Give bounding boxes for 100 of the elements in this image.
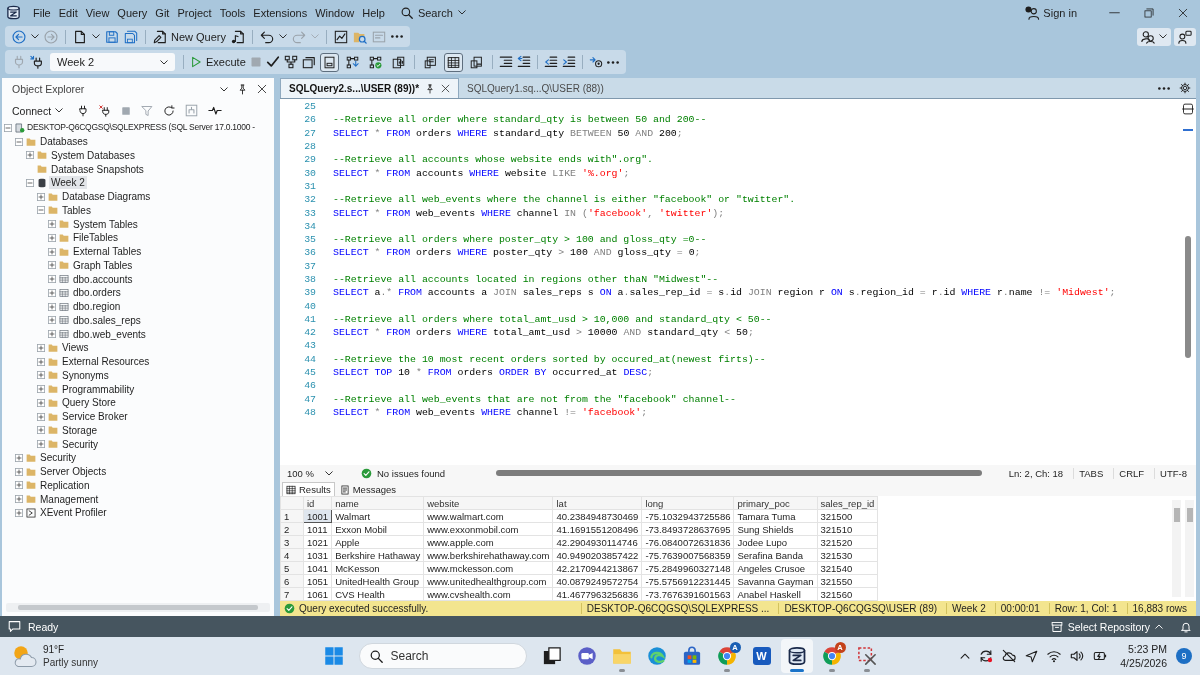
- minus-box-icon[interactable]: [26, 178, 34, 187]
- column-header[interactable]: id: [303, 496, 332, 510]
- menu-item[interactable]: View: [81, 4, 114, 21]
- column-header[interactable]: lat: [553, 496, 642, 510]
- tree-item[interactable]: dbo.orders: [71, 286, 123, 300]
- vertical-scrollbar[interactable]: [1185, 500, 1194, 597]
- weather-condition[interactable]: Partly sunny: [43, 656, 99, 669]
- horizontal-scrollbar[interactable]: [496, 470, 983, 476]
- chevron-down-icon[interactable]: [92, 34, 100, 39]
- menu-item[interactable]: Window: [311, 4, 359, 21]
- tree-item[interactable]: Databases: [38, 135, 90, 149]
- tree-item[interactable]: Management: [38, 492, 101, 506]
- database-logo-icon[interactable]: [6, 4, 21, 21]
- minus-box-icon[interactable]: [4, 123, 12, 132]
- taskbar-app[interactable]: W: [745, 639, 778, 673]
- minus-box-icon[interactable]: [15, 137, 23, 146]
- menu-item[interactable]: File: [29, 4, 55, 21]
- pin-icon[interactable]: [425, 83, 436, 94]
- tree-item[interactable]: DESKTOP-Q6CQGSQ\SQLEXPRESS (SQL Server 17.0.1000 -: [27, 121, 255, 135]
- tree-item[interactable]: Week 2: [49, 176, 87, 190]
- chevron-down-icon[interactable]: [220, 86, 228, 92]
- tree-item[interactable]: Synonyms: [60, 368, 111, 382]
- arrow-ring-icon[interactable]: [588, 55, 603, 69]
- plus-box-icon[interactable]: [15, 467, 23, 476]
- stacked-windows-icon[interactable]: [301, 55, 316, 69]
- document-icon[interactable]: [73, 29, 87, 44]
- close-icon[interactable]: [1178, 7, 1188, 18]
- plus-box-icon[interactable]: [48, 220, 56, 229]
- window-chart-icon[interactable]: [334, 29, 349, 44]
- bell-icon[interactable]: [1180, 620, 1192, 633]
- plus-box-icon[interactable]: [37, 398, 45, 407]
- plus-box-icon[interactable]: [15, 508, 23, 517]
- tree-item[interactable]: Graph Tables: [71, 258, 135, 272]
- column-header[interactable]: primary_poc: [733, 496, 817, 510]
- tree-item[interactable]: Database Snapshots: [49, 162, 146, 176]
- tree-item[interactable]: Database Diagrams: [60, 190, 153, 204]
- undo-icon[interactable]: [260, 29, 275, 44]
- plus-box-icon[interactable]: [37, 371, 45, 380]
- tree-item[interactable]: Storage: [60, 423, 100, 437]
- tree-item[interactable]: XEvent Profiler: [38, 506, 109, 520]
- vertical-scrollbar[interactable]: [1172, 500, 1181, 597]
- tree-item[interactable]: Query Store: [60, 396, 118, 410]
- tree-item[interactable]: System Databases: [49, 148, 137, 162]
- plus-box-icon[interactable]: [37, 343, 45, 352]
- plus-box-icon[interactable]: [48, 330, 56, 339]
- chevron-down-icon[interactable]: [31, 34, 39, 39]
- column-header[interactable]: sales_rep_id: [817, 496, 878, 510]
- gear-icon[interactable]: [1179, 82, 1191, 94]
- plus-box-icon[interactable]: [48, 275, 56, 284]
- plug-arrow-icon[interactable]: [30, 55, 44, 69]
- tree-item[interactable]: dbo.sales_reps: [71, 313, 143, 327]
- plus-box-icon[interactable]: [15, 453, 23, 462]
- indent-icon[interactable]: [561, 55, 576, 69]
- tree-item[interactable]: dbo.region: [71, 300, 123, 314]
- menu-item[interactable]: Tools: [215, 4, 250, 21]
- text-lines-icon[interactable]: [498, 55, 513, 69]
- menu-item[interactable]: Edit: [54, 4, 82, 21]
- plus-box-icon[interactable]: [37, 357, 45, 366]
- tree-item[interactable]: Security: [38, 451, 79, 465]
- tree-item[interactable]: FileTables: [71, 231, 121, 245]
- plus-box-icon[interactable]: [48, 316, 56, 325]
- plus-box-icon[interactable]: [48, 247, 56, 256]
- more-icon[interactable]: [606, 60, 619, 64]
- menu-item[interactable]: Query: [113, 4, 152, 21]
- location-arrow-icon[interactable]: [1025, 649, 1039, 663]
- split-window-icon[interactable]: [1182, 103, 1194, 115]
- editor-tab[interactable]: SQLQuery1.sq...Q\USER (88)): [459, 78, 612, 98]
- taskbar-app[interactable]: [780, 639, 813, 673]
- cloud-slash-icon[interactable]: [1002, 649, 1017, 663]
- minimize-icon[interactable]: [1109, 11, 1120, 14]
- save-icon[interactable]: [105, 29, 119, 44]
- plus-box-icon[interactable]: [48, 261, 56, 270]
- more-icon[interactable]: [391, 35, 404, 38]
- clock-date[interactable]: 4/25/2026: [1120, 656, 1167, 670]
- tree-item[interactable]: External Tables: [71, 245, 144, 259]
- tree-item[interactable]: System Tables: [71, 217, 140, 231]
- notification-badge[interactable]: 9: [1176, 648, 1192, 664]
- plus-box-icon[interactable]: [37, 440, 45, 449]
- wifi-icon[interactable]: [1047, 649, 1062, 663]
- tree-item[interactable]: dbo.web_events: [71, 327, 148, 341]
- plug-icon[interactable]: [77, 104, 90, 117]
- plus-box-icon[interactable]: [37, 426, 45, 435]
- new-query-button[interactable]: New Query: [153, 29, 227, 44]
- tree-item[interactable]: Views: [60, 341, 91, 355]
- menu-item[interactable]: Help: [358, 4, 389, 21]
- toggle-button[interactable]: [319, 52, 339, 72]
- battery-charging-icon[interactable]: [1093, 649, 1108, 663]
- menu-item[interactable]: Project: [173, 4, 216, 21]
- column-header[interactable]: long: [641, 496, 734, 510]
- pin-icon[interactable]: [237, 83, 248, 95]
- tree-item[interactable]: Server Objects: [38, 465, 109, 479]
- plus-box-icon[interactable]: [48, 233, 56, 242]
- menu-item[interactable]: Git: [151, 4, 174, 21]
- refresh-icon[interactable]: [163, 104, 176, 117]
- restore-icon[interactable]: [1144, 7, 1154, 18]
- connect-button[interactable]: Connect: [12, 104, 64, 117]
- column-header[interactable]: name: [331, 496, 424, 510]
- cursor-position[interactable]: Ln: 2, Ch: 18: [1003, 467, 1069, 479]
- profile-button[interactable]: [1174, 27, 1196, 46]
- minus-box-icon[interactable]: [37, 206, 45, 215]
